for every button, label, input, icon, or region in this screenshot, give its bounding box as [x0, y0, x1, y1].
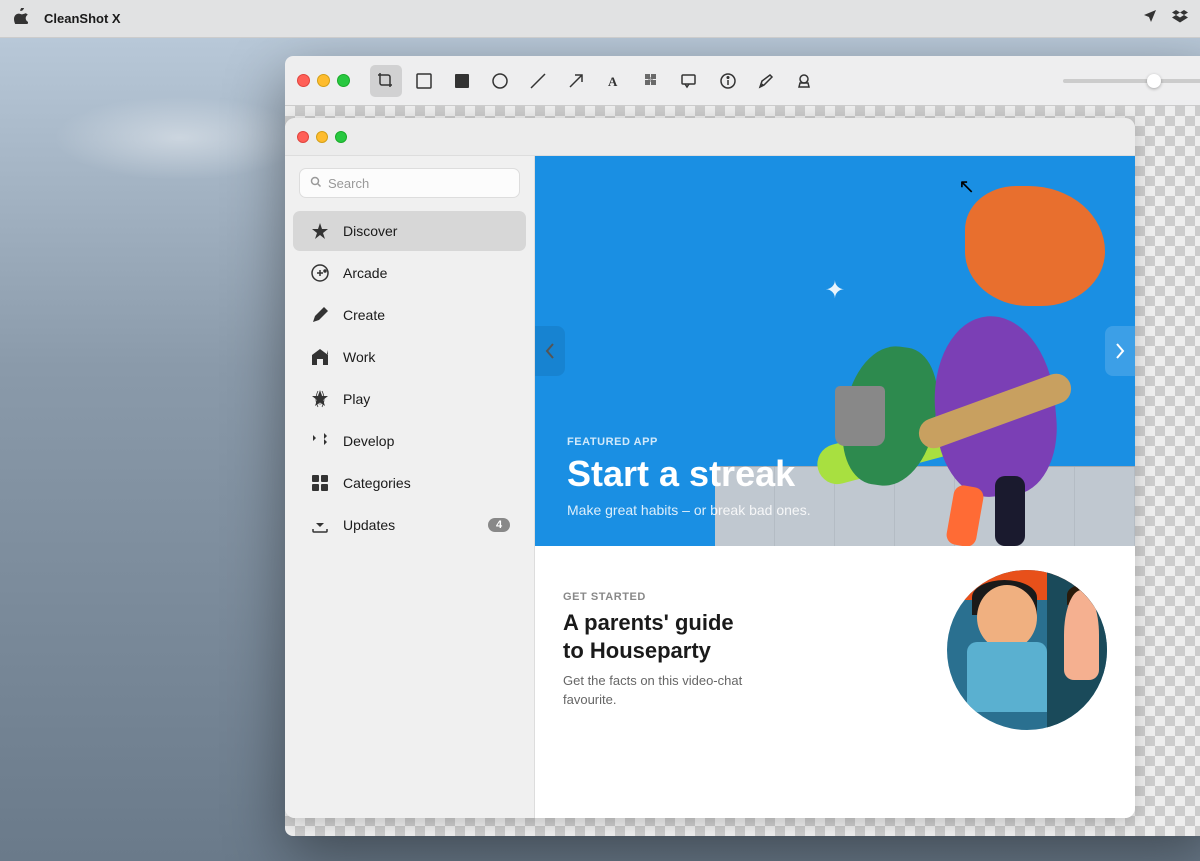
opacity-slider-area [1063, 79, 1200, 83]
pixelate-tool-button[interactable] [636, 65, 668, 97]
dropbox-icon[interactable] [1172, 8, 1188, 29]
menu-bar: CleanShot X [0, 0, 1200, 38]
svg-text:A: A [608, 74, 618, 89]
fullscreen-button[interactable] [337, 74, 350, 87]
appstore-window: Search Discover [285, 118, 1135, 818]
menubar-right-icons [1142, 8, 1188, 29]
crop-tool-button[interactable] [370, 65, 402, 97]
editor-toolbar: A [285, 56, 1200, 106]
sidebar-item-updates[interactable]: Updates 4 [293, 505, 526, 545]
search-placeholder-text: Search [328, 176, 369, 191]
appstore-body: Search Discover [285, 156, 1135, 818]
info-tool-button[interactable] [712, 65, 744, 97]
search-bar-container: Search [285, 168, 534, 210]
houseparty-image [947, 570, 1107, 730]
arcade-icon [309, 262, 331, 284]
get-started-subtitle: Get the facts on this video-chat favouri… [563, 672, 927, 708]
person-body [967, 642, 1047, 712]
as-traffic-lights [297, 131, 347, 143]
close-button[interactable] [297, 74, 310, 87]
editor-canvas: ↖ [285, 106, 1200, 836]
as-fullscreen-button[interactable] [335, 131, 347, 143]
prev-button[interactable] [535, 326, 565, 376]
main-content: ✦ FEATURED APP Start a streak Make great… [535, 156, 1135, 818]
get-started-title: A parents' guide to Houseparty [563, 609, 927, 664]
app-name: CleanShot X [44, 11, 121, 26]
arrow-tool-button[interactable] [560, 65, 592, 97]
create-icon [309, 304, 331, 326]
sidebar-item-develop[interactable]: Develop [293, 421, 526, 461]
stamp-tool-button[interactable] [788, 65, 820, 97]
door-person [1064, 590, 1099, 680]
ellipse-tool-button[interactable] [484, 65, 516, 97]
char-star: ✦ [825, 276, 845, 305]
categories-icon [309, 472, 331, 494]
work-label: Work [343, 349, 375, 365]
text-tool-button[interactable]: A [598, 65, 630, 97]
traffic-lights [297, 74, 350, 87]
sidebar-item-discover[interactable]: Discover [293, 211, 526, 251]
appstore-titlebar [285, 118, 1135, 156]
updates-badge: 4 [488, 518, 510, 532]
sidebar-item-create[interactable]: Create [293, 295, 526, 335]
discover-label: Discover [343, 223, 397, 239]
sidebar-item-work[interactable]: Work [293, 337, 526, 377]
sidebar-item-arcade[interactable]: Arcade [293, 253, 526, 293]
create-label: Create [343, 307, 385, 323]
search-bar[interactable]: Search [299, 168, 520, 198]
as-minimize-button[interactable] [316, 131, 328, 143]
search-icon [310, 176, 322, 191]
line-tool-button[interactable] [522, 65, 554, 97]
featured-title: Start a streak [567, 454, 1103, 494]
work-icon [309, 346, 331, 368]
featured-label: FEATURED APP [567, 436, 1103, 448]
play-label: Play [343, 391, 370, 407]
sidebar-item-categories[interactable]: Categories [293, 463, 526, 503]
updates-label: Updates [343, 517, 395, 533]
discover-icon [309, 220, 331, 242]
opacity-slider-thumb[interactable] [1147, 74, 1161, 88]
develop-label: Develop [343, 433, 394, 449]
updates-icon [309, 514, 331, 536]
editor-window: A [285, 56, 1200, 836]
houseparty-card: GET STARTED A parents' guide to Housepar… [563, 570, 1107, 730]
arcade-label: Arcade [343, 265, 387, 281]
as-close-button[interactable] [297, 131, 309, 143]
apple-menu[interactable] [12, 8, 28, 29]
person-head [977, 585, 1037, 650]
featured-banner: ✦ FEATURED APP Start a streak Make great… [535, 156, 1135, 546]
rect-tool-button[interactable] [408, 65, 440, 97]
develop-icon [309, 430, 331, 452]
location-icon[interactable] [1142, 8, 1158, 29]
play-icon [309, 388, 331, 410]
categories-label: Categories [343, 475, 411, 491]
opacity-slider[interactable] [1063, 79, 1200, 83]
pen-tool-button[interactable] [750, 65, 782, 97]
featured-subtitle: Make great habits – or break bad ones. [567, 502, 1103, 518]
fill-rect-tool-button[interactable] [446, 65, 478, 97]
next-button[interactable] [1105, 326, 1135, 376]
callout-tool-button[interactable] [674, 65, 706, 97]
get-started-section: GET STARTED A parents' guide to Housepar… [535, 546, 1135, 754]
sidebar: Search Discover [285, 156, 535, 818]
get-started-label: GET STARTED [563, 591, 927, 603]
sidebar-item-play[interactable]: Play [293, 379, 526, 419]
minimize-button[interactable] [317, 74, 330, 87]
char-orange-blob [965, 186, 1105, 306]
houseparty-text: GET STARTED A parents' guide to Housepar… [563, 591, 927, 708]
